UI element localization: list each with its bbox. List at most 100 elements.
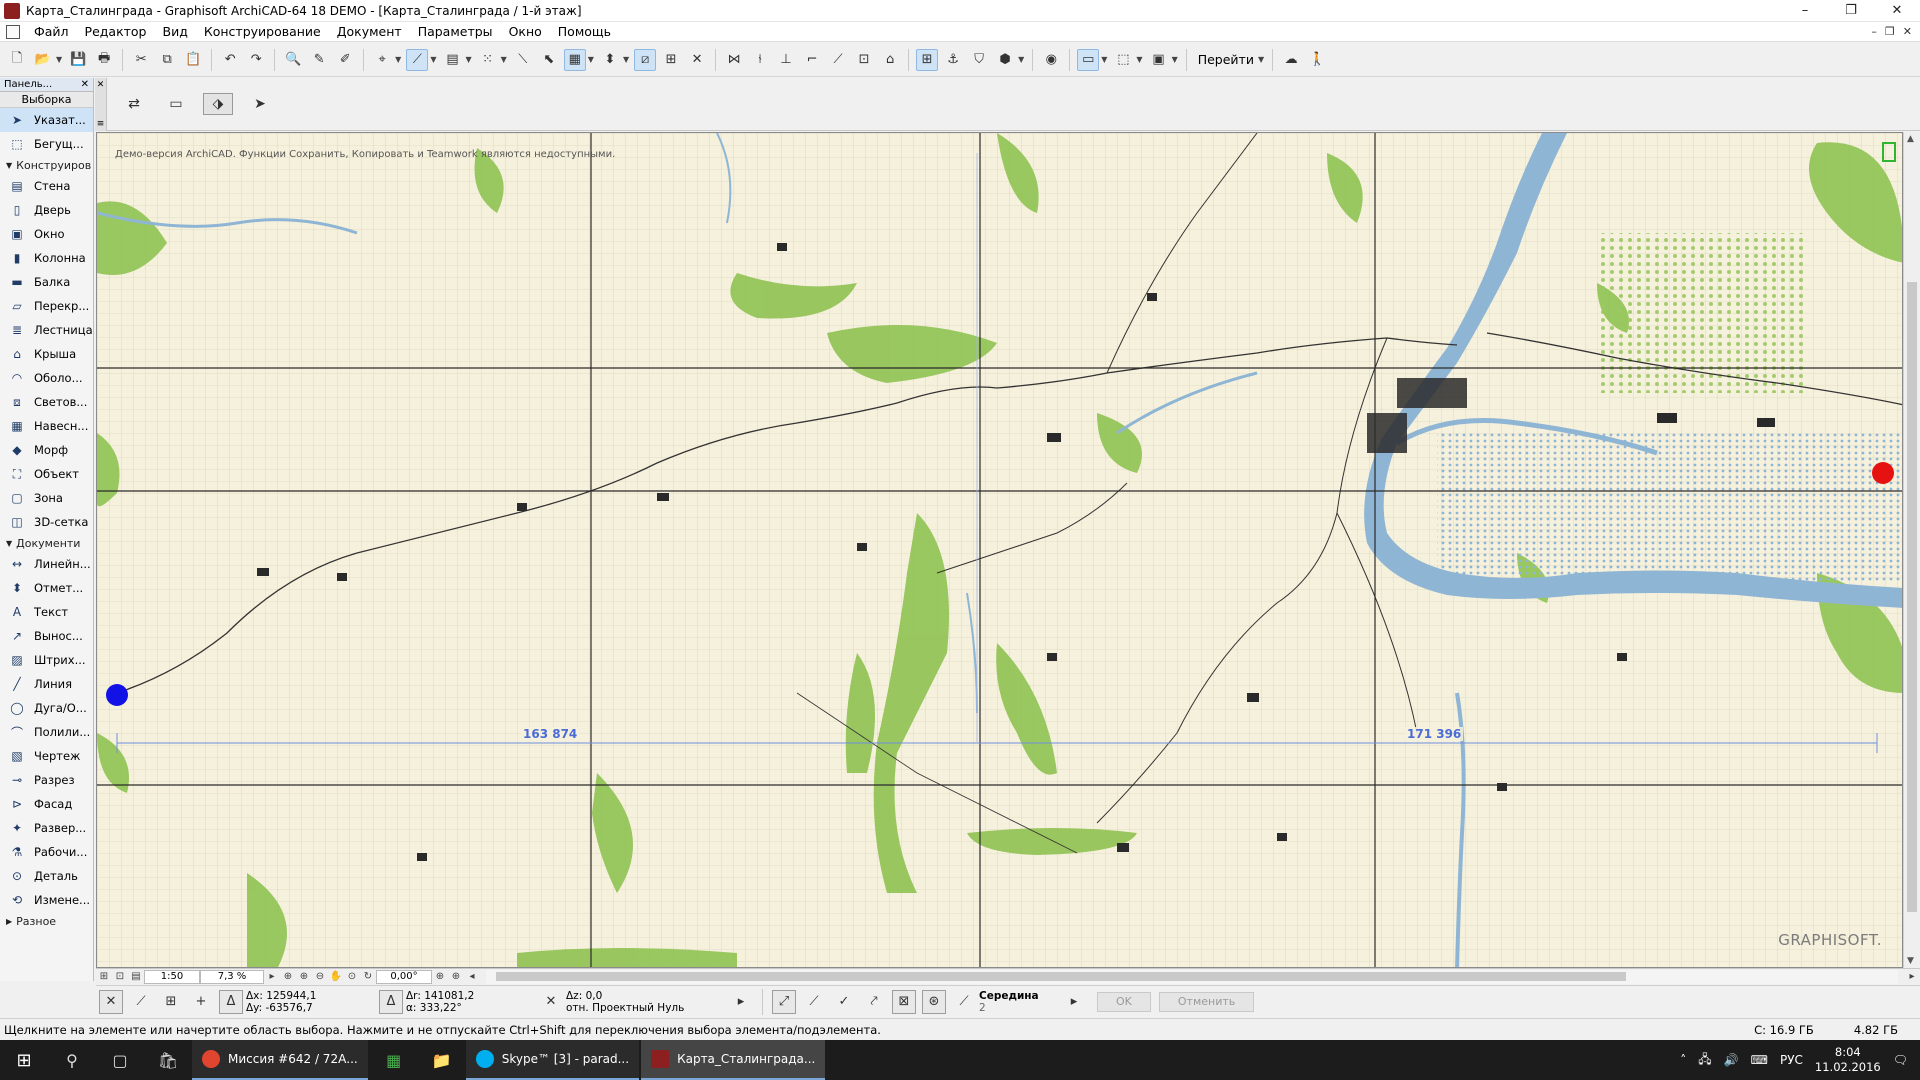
green-app-icon[interactable]: ▦ [370,1040,418,1080]
search-icon[interactable]: ⚲ [48,1040,96,1080]
zoom-in-icon[interactable]: ⊕ [296,970,312,984]
offset-icon[interactable]: ⟋ [827,49,849,71]
menu-edit[interactable]: Редактор [77,22,155,42]
z-axis-icon[interactable]: ✕ [539,990,563,1014]
tool-wall[interactable]: ▤ Стена [0,174,93,198]
trace-icon[interactable]: ⧄ [634,48,657,71]
walk-icon[interactable]: 🚶 [1306,49,1328,71]
volume-icon[interactable]: 🔊 [1724,1053,1739,1067]
info-box-handle[interactable]: ✕ ≡ [95,77,107,131]
tool-interior-elevation[interactable]: ✦ Развер... [0,816,93,840]
selection-method-icon[interactable]: ⇄ [119,93,149,115]
redo-icon[interactable]: ↷ [245,49,267,71]
close-button[interactable]: ✕ [1874,0,1920,22]
plan-viewport[interactable]: Демо-версия ArchiCAD. Функции Сохранить,… [96,132,1903,968]
3d-dropdown-icon[interactable]: ▼ [1136,55,1142,64]
tool-fill[interactable]: ▨ Штрих... [0,648,93,672]
tool-column[interactable]: ▮ Колонна [0,246,93,270]
rotated-rect-icon[interactable]: ⬗ [203,93,233,115]
snap-icon[interactable]: ⟋ [406,48,429,71]
check-icon[interactable]: ✓ [832,990,856,1014]
delta-r-icon[interactable]: Δ [379,989,403,1014]
open-dropdown-icon[interactable]: ▼ [56,55,62,64]
copy-icon[interactable]: ⧉ [156,49,178,71]
paste-icon[interactable]: 📋 [182,49,204,71]
marker-dropdown-icon[interactable]: ▼ [623,55,629,64]
tool-level-dimension[interactable]: ⬍ Отмет... [0,576,93,600]
network-icon[interactable]: 🖧 [1698,1050,1711,1071]
scale-field[interactable]: 1:50 [144,969,200,984]
offset-icon[interactable]: ⤤ [862,990,886,1014]
tool-window[interactable]: ▣ Окно [0,222,93,246]
grid-icon[interactable]: ⊞ [159,990,183,1014]
midpoint-icon[interactable]: ⟋ [952,990,976,1014]
parallel-icon[interactable]: ⟋ [129,990,153,1014]
menu-options[interactable]: Параметры [410,22,501,42]
fit-window-icon[interactable]: ⊙ [344,970,360,984]
plan-view-icon[interactable]: ▭ [1077,48,1100,71]
layout-icon[interactable]: ▣ [1148,49,1170,71]
tool-zone[interactable]: ▢ Зона [0,486,93,510]
snap-points-icon[interactable]: ⊠ [892,989,916,1014]
inject-icon[interactable]: ✐ [334,49,356,71]
layout-icon[interactable]: ▤ [128,970,144,984]
guide-line-icon[interactable]: ⟍ [512,49,534,71]
scroll-down-icon[interactable]: ▼ [1907,956,1914,966]
intersect-icon[interactable]: ⋈ [723,49,745,71]
horizontal-scroll-thumb[interactable] [496,971,1626,981]
store-icon[interactable]: 🛍 [144,1040,192,1080]
grid-display-icon[interactable]: ⊞ [916,48,939,71]
pan-icon[interactable]: ✋ [328,970,344,984]
teamwork-icon[interactable]: ☁ [1280,49,1302,71]
tool-polyline[interactable]: ⌒ Полили... [0,720,93,744]
scroll-right-icon[interactable]: ▸ [1904,970,1920,984]
grid-snap-icon[interactable]: ⁙ [477,49,499,71]
tool-arc[interactable]: ◯ Дуга/О... [0,696,93,720]
toolbox-group-header[interactable]: ▼ Конструиров [0,156,93,174]
snap-guide-icon[interactable]: ⤢ [772,989,796,1014]
maximize-button[interactable]: ❐ [1828,0,1874,22]
goto-dropdown-icon[interactable]: ▼ [1258,55,1264,64]
resize-icon[interactable]: ⊡ [853,49,875,71]
gravity-dropdown-icon[interactable]: ▼ [395,55,401,64]
end-point-marker[interactable] [1872,462,1894,484]
undo-icon[interactable]: ↶ [219,49,241,71]
mdi-minimize-button[interactable]: – [1871,25,1877,38]
zoom-next-icon[interactable]: ⊕ [448,970,464,984]
navigator-icon[interactable]: ⊞ [96,970,112,984]
scroll-up-icon[interactable]: ▲ [1907,134,1914,144]
tool-morph[interactable]: ◆ Морф [0,438,93,462]
cancel-button[interactable]: Отменить [1158,991,1255,1012]
menu-document[interactable]: Документ [329,22,410,42]
zoom-previous-icon[interactable]: ⊕ [432,970,448,984]
start-point-marker[interactable] [106,684,128,706]
toolbox-close-icon[interactable]: ✕ [81,79,89,90]
lock-icon[interactable]: ⛉ [968,49,990,71]
tool-curtain-wall[interactable]: ▦ Навесн... [0,414,93,438]
fill-display-icon[interactable]: ▦ [563,48,586,71]
tool-label[interactable]: ↗ Вынос... [0,624,93,648]
tool-dimension[interactable]: ↔ Линейн... [0,552,93,576]
notifications-icon[interactable]: 🗨 [1893,1053,1908,1067]
mdi-restore-button[interactable]: ❐ [1885,25,1895,38]
layer-icon[interactable]: ▤ [441,49,463,71]
adjust-icon[interactable]: ⊥ [775,49,797,71]
preview-icon[interactable]: ⊡ [112,970,128,984]
fill-dropdown-icon[interactable]: ▼ [588,55,594,64]
tool-arrow-pointer[interactable]: ➤ Указат... [0,108,93,132]
gravity-icon[interactable]: ⌖ [371,49,393,71]
menu-file[interactable]: Файл [26,22,77,42]
menu-window[interactable]: Окно [501,22,550,42]
keyboard-icon[interactable]: ⌨ [1751,1053,1768,1067]
trim-icon[interactable]: ⊞ [660,49,682,71]
ok-button[interactable]: OK [1097,991,1151,1012]
save-icon[interactable]: 💾 [67,49,89,71]
clock[interactable]: 8:04 11.02.2016 [1815,1045,1881,1075]
tool-elevation[interactable]: ⊳ Фасад [0,792,93,816]
language-indicator[interactable]: РУС [1780,1053,1803,1067]
horizontal-scrollbar[interactable] [486,969,1898,984]
taskbar-app-skype[interactable]: Skype™ [3] - parad... [465,1040,640,1080]
menu-view[interactable]: Вид [155,22,196,42]
angle-field[interactable]: 0,00° [376,969,432,984]
grid-dropdown-icon[interactable]: ▼ [501,55,507,64]
